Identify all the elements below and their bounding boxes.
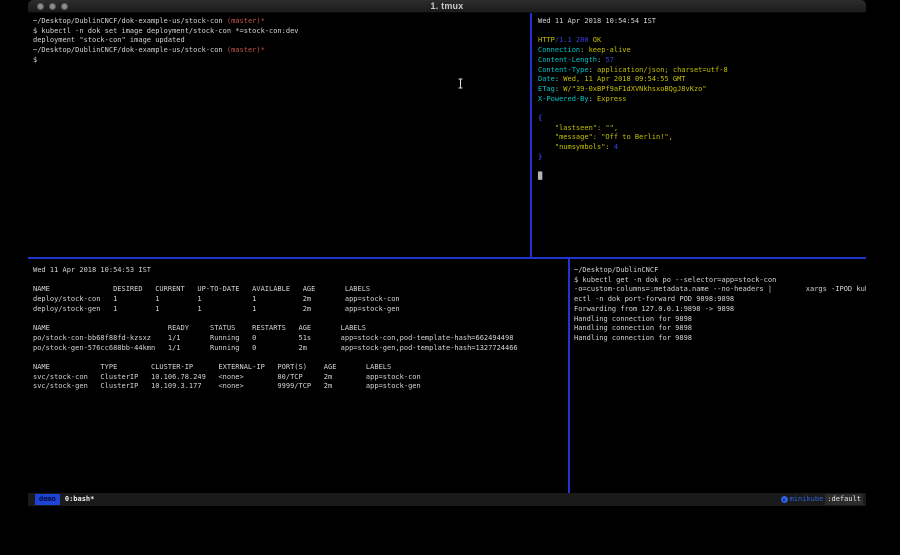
- terminal-line: Connection: keep-alive: [538, 46, 866, 56]
- terminal-line: }: [538, 153, 866, 163]
- terminal-line: ectl -n dok port-forward POD 9898:9898: [574, 295, 866, 305]
- terminal-line: Content-Length: 57: [538, 56, 866, 66]
- pane-divider-horizontal[interactable]: [28, 257, 866, 259]
- terminal-line: ~/Desktop/DublinCNCF: [574, 266, 866, 276]
- terminal-line: NAME TYPE CLUSTER-IP EXTERNAL-IP PORT(S)…: [33, 363, 566, 373]
- tmux-pane-shell-kubectl-set-image[interactable]: ~/Desktop/DublinCNCF/dok-example-us/stoc…: [28, 13, 529, 257]
- terminal-line: Date: Wed, 11 Apr 2018 09:54:55 GMT: [538, 75, 866, 85]
- terminal-line: po/stock-con-bb68f88fd-kzsxz 1/1 Running…: [33, 334, 566, 344]
- tmux-window-tab[interactable]: 0:bash*: [65, 493, 95, 506]
- terminal-line: ~/Desktop/DublinCNCF/dok-example-us/stoc…: [33, 46, 529, 56]
- terminal-line: Wed 11 Apr 2018 10:54:54 IST: [538, 17, 866, 27]
- terminal-line: [33, 353, 566, 363]
- terminal-line: [33, 315, 566, 325]
- minimize-button-icon[interactable]: [49, 3, 56, 10]
- close-button-icon[interactable]: [37, 3, 44, 10]
- tmux-pane-http-response[interactable]: Wed 11 Apr 2018 10:54:54 IST HTTP/1.1 20…: [534, 13, 866, 257]
- terminal-line: ETag: W/"39-0xBPf9aF1dXVNkhsxoBQgJ8vKzo": [538, 85, 866, 95]
- terminal-line: deploy/stock-con 1 1 1 1 2m app=stock-co…: [33, 295, 566, 305]
- terminal-line: [538, 27, 866, 37]
- terminal-line: NAME DESIRED CURRENT UP-TO-DATE AVAILABL…: [33, 285, 566, 295]
- window-titlebar[interactable]: 1. tmux: [28, 0, 866, 13]
- traffic-lights: [37, 3, 68, 10]
- terminal-line: -o=custom-columns=:metadata.name --no-he…: [574, 285, 866, 295]
- tmux-session-name[interactable]: demo: [35, 494, 60, 505]
- terminal-window: 1. tmux ~/Desktop/DublinCNCF/dok-example…: [28, 0, 866, 511]
- terminal-line: X-Powered-By: Express: [538, 95, 866, 105]
- terminal-line: [538, 104, 866, 114]
- terminal-line: Handling connection for 9898: [574, 334, 866, 344]
- tmux-pane-port-forward[interactable]: ~/Desktop/DublinCNCF$ kubectl get -n dok…: [572, 260, 866, 493]
- terminal-line: Content-Type: application/json; charset=…: [538, 66, 866, 76]
- tmux-pane-kubectl-get-watch[interactable]: Wed 11 Apr 2018 10:54:53 IST NAME DESIRE…: [28, 260, 566, 493]
- terminal-line: svc/stock-con ClusterIP 10.106.78.249 <n…: [33, 373, 566, 383]
- terminal-line: svc/stock-gen ClusterIP 10.109.3.177 <no…: [33, 382, 566, 392]
- terminal-line: [33, 276, 566, 286]
- tmux-status-bar: demo 0:bash* minikube :default: [28, 493, 866, 506]
- pane-divider-vertical-top[interactable]: [530, 13, 532, 258]
- terminal-line: $ kubectl -n dok set image deployment/st…: [33, 27, 529, 37]
- terminal-line: "numsymbols": 4: [538, 143, 866, 153]
- terminal-line: $: [33, 56, 529, 66]
- terminal-line: deploy/stock-gen 1 1 1 1 2m app=stock-ge…: [33, 305, 566, 315]
- terminal-line: ~/Desktop/DublinCNCF/dok-example-us/stoc…: [33, 17, 529, 27]
- kube-status: minikube :default: [781, 493, 863, 506]
- kube-context-label: minikube: [790, 493, 824, 506]
- terminal-line: [538, 163, 866, 173]
- window-title: 1. tmux: [431, 1, 464, 11]
- terminal-line: {: [538, 114, 866, 124]
- terminal-line: █: [538, 172, 866, 182]
- terminal-line: Handling connection for 9898: [574, 324, 866, 334]
- kube-namespace-label: :default: [825, 494, 863, 505]
- terminal-line: "message": "Off to Berlin!",: [538, 133, 866, 143]
- terminal-line: HTTP/1.1 200 OK: [538, 36, 866, 46]
- terminal-line: Handling connection for 9898: [574, 315, 866, 325]
- terminal-line: "lastseen": "",: [538, 124, 866, 134]
- terminal-line: Wed 11 Apr 2018 10:54:53 IST: [33, 266, 566, 276]
- terminal-line: NAME READY STATUS RESTARTS AGE LABELS: [33, 324, 566, 334]
- terminal-line: $ kubectl get -n dok po --selector=app=s…: [574, 276, 866, 286]
- terminal-line: po/stock-gen-576cc688bb-44kmn 1/1 Runnin…: [33, 344, 566, 354]
- terminal-line: Forwarding from 127.0.0.1:9898 -> 9898: [574, 305, 866, 315]
- zoom-button-icon[interactable]: [61, 3, 68, 10]
- pane-divider-vertical-bottom[interactable]: [568, 259, 570, 493]
- kubernetes-helm-icon: [781, 496, 788, 503]
- mouse-ibeam-cursor: [457, 74, 464, 93]
- terminal-line: deployment "stock-con" image updated: [33, 36, 529, 46]
